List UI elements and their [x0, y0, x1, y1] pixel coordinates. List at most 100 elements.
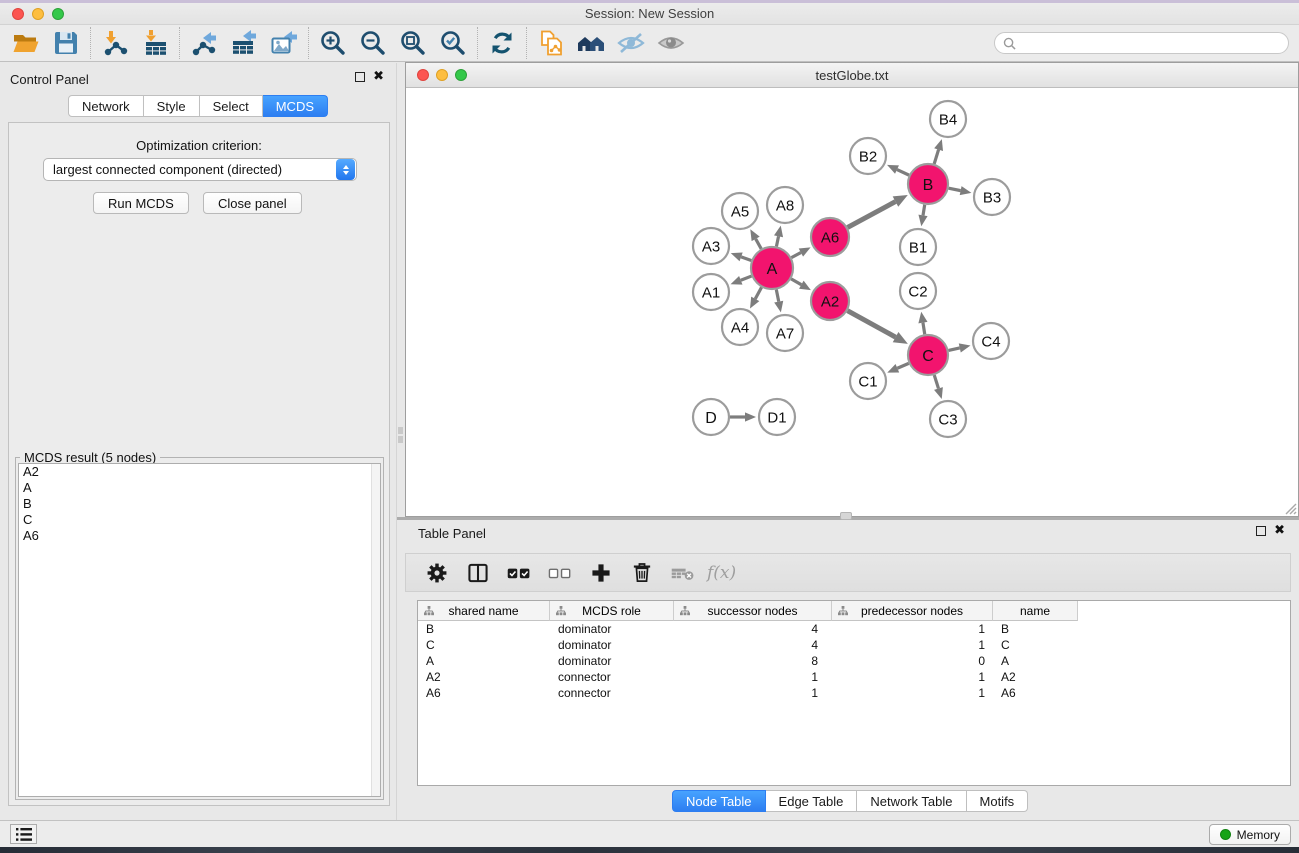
graph-edge-A-A2[interactable] [791, 279, 811, 290]
graph-edge-B-B3[interactable] [949, 186, 972, 195]
hide-panel-button[interactable] [651, 26, 691, 60]
graph-edge-B-B1[interactable] [918, 205, 927, 227]
close-window-button[interactable] [12, 8, 24, 20]
home-button[interactable] [571, 26, 611, 60]
export-image-button[interactable] [264, 26, 304, 60]
export-table-button[interactable] [224, 26, 264, 60]
graph-edge-D-D1[interactable] [730, 412, 756, 421]
tab-network[interactable]: Network [68, 95, 144, 117]
close-network-window-button[interactable] [417, 69, 429, 81]
result-list-scrollbar[interactable] [371, 464, 380, 796]
criterion-dropdown[interactable]: largest connected component (directed) [43, 158, 357, 181]
zoom-in-button[interactable] [313, 26, 353, 60]
close-panel-icon[interactable]: ✖ [1274, 526, 1285, 536]
search-input[interactable] [1021, 36, 1288, 50]
graph-edge-A-A4[interactable] [750, 287, 761, 308]
table-row[interactable]: Bdominator41B [418, 621, 1290, 637]
tab-network-table[interactable]: Network Table [857, 790, 966, 812]
column-header-predecessor-nodes[interactable]: predecessor nodes [832, 601, 993, 621]
graph-node-C[interactable]: C [908, 335, 948, 375]
tab-style[interactable]: Style [144, 95, 200, 117]
import-network-button[interactable] [95, 26, 135, 60]
tab-mcds[interactable]: MCDS [263, 95, 328, 117]
zoom-out-button[interactable] [353, 26, 393, 60]
network-from-file-button[interactable] [531, 26, 571, 60]
add-column-button[interactable] [584, 557, 618, 589]
run-mcds-button[interactable]: Run MCDS [93, 192, 189, 214]
result-list-item[interactable]: C [19, 512, 380, 528]
graph-node-C1[interactable]: C1 [850, 363, 886, 399]
graph-edge-B-B2[interactable] [887, 165, 909, 175]
graph-node-B2[interactable]: B2 [850, 138, 886, 174]
memory-button[interactable]: Memory [1209, 824, 1291, 845]
graph-node-A8[interactable]: A8 [767, 187, 803, 223]
graph-node-A3[interactable]: A3 [693, 228, 729, 264]
save-session-button[interactable] [46, 26, 86, 60]
export-network-button[interactable] [184, 26, 224, 60]
horizontal-splitter-handle[interactable] [840, 512, 852, 520]
result-list-item[interactable]: B [19, 496, 380, 512]
column-header-name[interactable]: name [993, 601, 1078, 621]
float-panel-icon[interactable] [1256, 526, 1266, 536]
graph-node-D1[interactable]: D1 [759, 399, 795, 435]
table-row[interactable]: Adominator80A [418, 653, 1290, 669]
maximize-network-window-button[interactable] [455, 69, 467, 81]
task-history-button[interactable] [10, 824, 37, 844]
delete-column-button[interactable] [625, 557, 659, 589]
maximize-window-button[interactable] [52, 8, 64, 20]
graph-edge-C-C4[interactable] [948, 343, 970, 352]
open-file-button[interactable] [6, 26, 46, 60]
table-row[interactable]: A2connector11A2 [418, 669, 1290, 685]
graph-node-B[interactable]: B [908, 164, 948, 204]
graph-node-D[interactable]: D [693, 399, 729, 435]
graph-node-A[interactable]: A [751, 247, 793, 289]
column-header-shared-name[interactable]: shared name [418, 601, 550, 621]
tab-node-table[interactable]: Node Table [672, 790, 766, 812]
vertical-splitter-handle[interactable] [398, 436, 403, 443]
show-hide-graphics-details-button[interactable] [611, 26, 651, 60]
graph-edge-C-C2[interactable] [918, 312, 927, 335]
graph-node-B3[interactable]: B3 [974, 179, 1010, 215]
float-panel-icon[interactable] [355, 72, 365, 82]
result-list-item[interactable]: A [19, 480, 380, 496]
graph-edge-A6-B[interactable] [848, 195, 908, 228]
column-header-successor-nodes[interactable]: successor nodes [674, 601, 832, 621]
graph-edge-A2-C[interactable] [848, 311, 908, 344]
close-panel-icon[interactable]: ✖ [373, 72, 384, 82]
graph-edge-A-A5[interactable] [750, 229, 761, 249]
table-settings-button[interactable] [420, 557, 454, 589]
graph-node-A4[interactable]: A4 [722, 309, 758, 345]
graph-edge-A-A7[interactable] [774, 290, 783, 313]
graph-edge-A-A3[interactable] [731, 253, 752, 262]
window-resize-grip[interactable] [1283, 501, 1297, 515]
graph-node-A1[interactable]: A1 [693, 274, 729, 310]
graph-node-A7[interactable]: A7 [767, 315, 803, 351]
graph-node-C2[interactable]: C2 [900, 273, 936, 309]
select-all-button[interactable] [502, 557, 536, 589]
graph-node-B1[interactable]: B1 [900, 229, 936, 265]
minimize-window-button[interactable] [32, 8, 44, 20]
tab-motifs[interactable]: Motifs [967, 790, 1029, 812]
graph-edge-C-C3[interactable] [934, 375, 943, 399]
graph-node-A2[interactable]: A2 [811, 282, 849, 320]
deselect-all-button[interactable] [543, 557, 577, 589]
close-panel-button[interactable]: Close panel [203, 192, 302, 214]
graph-node-A5[interactable]: A5 [722, 193, 758, 229]
tab-edge-table[interactable]: Edge Table [766, 790, 858, 812]
result-list-item[interactable]: A2 [19, 464, 380, 480]
graph-edge-A-A6[interactable] [791, 247, 810, 257]
graph-edge-B-B4[interactable] [934, 139, 943, 164]
vertical-splitter-handle[interactable] [398, 427, 403, 434]
network-graph[interactable]: B4B2BB3A8A5A6A3B1AC2A1A2A4A7C4CC1DD1C3 [406, 88, 1298, 516]
result-list-item[interactable]: A6 [19, 528, 380, 544]
apply-layout-button[interactable] [482, 26, 522, 60]
graph-node-A6[interactable]: A6 [811, 218, 849, 256]
tab-select[interactable]: Select [200, 95, 263, 117]
import-table-button[interactable] [135, 26, 175, 60]
zoom-fit-button[interactable] [393, 26, 433, 60]
column-header-MCDS-role[interactable]: MCDS role [550, 601, 674, 621]
table-row[interactable]: A6connector11A6 [418, 685, 1290, 701]
graph-node-B4[interactable]: B4 [930, 101, 966, 137]
graph-edge-A-A1[interactable] [731, 276, 752, 285]
split-table-button[interactable] [461, 557, 495, 589]
